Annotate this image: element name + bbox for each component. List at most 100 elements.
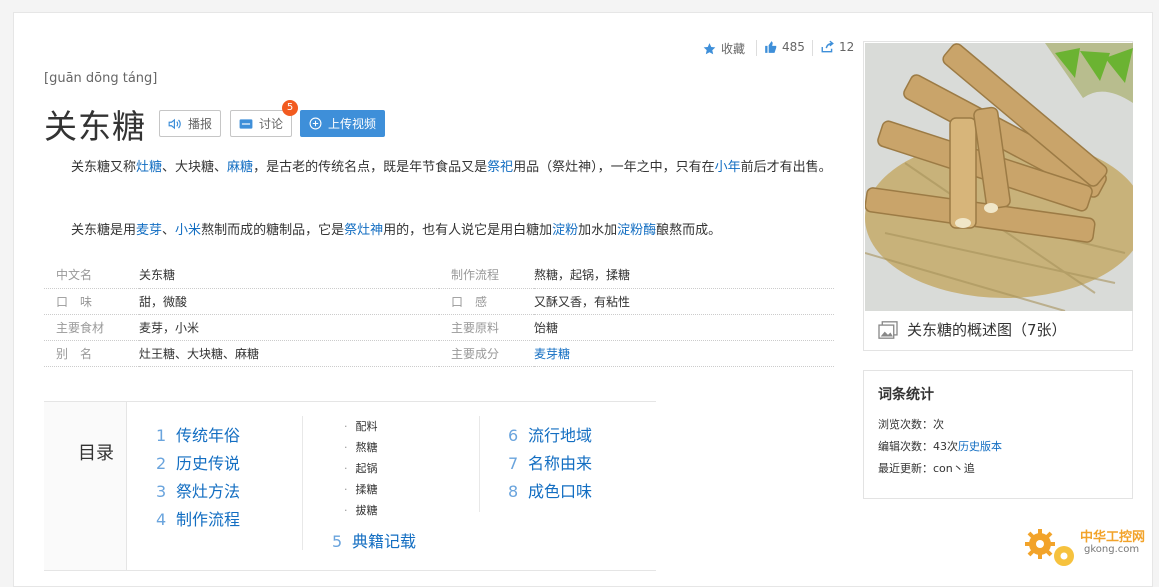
info-value: 饴糖 xyxy=(534,314,834,341)
info-key: 中文名 xyxy=(44,262,139,289)
toc-item-label: 历史传说 xyxy=(176,454,241,473)
discuss-button[interactable]: 讨论 xyxy=(230,110,293,137)
info-row: 口 味甜，微酸口 感又酥又香，有粘性 xyxy=(44,288,834,315)
upload-video-button[interactable]: 上传视频 xyxy=(300,110,386,137)
intro-link[interactable]: 淀粉 xyxy=(552,223,578,238)
toc-item-number: 7 xyxy=(508,454,519,473)
watermark-url: gkong.com xyxy=(1084,544,1140,555)
pinyin: [guān dōng táng] xyxy=(44,71,158,86)
speaker-icon xyxy=(168,118,181,129)
info-value: 关东糖 xyxy=(139,262,439,289)
info-value: 熬糖，起锅，揉糖 xyxy=(534,262,834,289)
stats-title: 词条统计 xyxy=(878,387,934,403)
intro-link[interactable]: 淀粉酶 xyxy=(617,223,656,238)
intro-paragraph-2: 关东糖是用麦芽、小米熬制而成的糖制品，它是祭灶神用的，也有人说它是用白糖加淀粉加… xyxy=(44,219,834,243)
comment-icon xyxy=(239,118,253,129)
toc-item-label: 制作流程 xyxy=(176,510,241,529)
toc-item-label: 传统年俗 xyxy=(176,426,241,445)
album-caption[interactable]: 关东糖的概述图（7张） xyxy=(878,319,1067,340)
table-of-contents: 目录 1 传统年俗 2 历史传说 3 祭灶方法 4 制作流程 6 流行地域 7 名称由来 8 成色口味 5 典… xyxy=(44,401,656,571)
toc-item[interactable]: 7 名称由来 xyxy=(508,450,592,474)
album-card[interactable]: 关东糖的概述图（7张） xyxy=(863,41,1133,351)
intro-text: 、大块糖、 xyxy=(162,160,228,175)
like-button[interactable]: 485 xyxy=(764,40,805,54)
toc-subitem[interactable]: 拔糖 xyxy=(344,502,378,518)
entry-stats-panel: 词条统计 浏览次数：次 编辑次数：43次历史版本 最近更新：con丶追 xyxy=(863,370,1133,499)
toc-item[interactable]: 5 典籍记载 xyxy=(332,528,416,552)
gear-logo-icon xyxy=(1025,529,1074,566)
info-key: 主要成分 xyxy=(439,340,534,367)
toc-item-label: 名称由来 xyxy=(528,454,593,473)
intro-text: 关东糖又称 xyxy=(71,160,137,175)
history-version-link[interactable]: 历史版本 xyxy=(958,440,1002,453)
toc-divider xyxy=(302,416,303,550)
share-button[interactable]: 12 xyxy=(820,40,854,54)
toc-item[interactable]: 4 制作流程 xyxy=(156,506,240,530)
info-key: 制作流程 xyxy=(439,262,534,289)
toc-item-label: 祭灶方法 xyxy=(176,482,241,501)
intro-link[interactable]: 麦芽 xyxy=(136,223,162,238)
basic-info-table: 中文名 关东糖 制作流程 熬糖，起锅，揉糖口 味甜，微酸口 感又酥又香，有粘性 主要食材… xyxy=(44,262,834,367)
toc-item-number: 8 xyxy=(508,482,519,501)
toc-item-number: 3 xyxy=(156,482,167,501)
intro-text: 酿熬而成。 xyxy=(656,223,722,238)
info-key: 主要食材 xyxy=(44,314,139,341)
discuss-label: 讨论 xyxy=(259,117,284,131)
toc-subitem[interactable]: 熬糖 xyxy=(344,439,378,455)
intro-text: 用品（祭灶神），一年之中，只有在 xyxy=(513,160,715,175)
info-value: 甜，微酸 xyxy=(139,288,439,315)
info-value: 又酥又香，有粘性 xyxy=(534,288,834,315)
broadcast-label: 播报 xyxy=(188,117,213,131)
intro-link[interactable]: 灶糖 xyxy=(136,160,162,175)
share-icon xyxy=(821,40,834,53)
toc-sidebar: 目录 xyxy=(44,402,127,570)
star-icon xyxy=(703,42,716,54)
guandong-candy-photo[interactable] xyxy=(865,43,1133,311)
watermark-title: 中华工控网 xyxy=(1080,530,1146,545)
album-caption-text: 关东糖的概述图（7张） xyxy=(907,321,1067,339)
toc-item[interactable]: 2 历史传说 xyxy=(156,450,240,474)
page-title: 关东糖 xyxy=(44,107,146,146)
intro-paragraph-1: 关东糖又称灶糖、大块糖、麻糖，是古老的传统名点，既是年节食品又是祭祀用品（祭灶神… xyxy=(44,156,834,180)
thumbs-up-icon xyxy=(765,41,777,53)
toc-subitem[interactable]: 揉糖 xyxy=(344,481,378,497)
gallery-icon xyxy=(878,320,898,339)
info-value[interactable]: 麦芽糖 xyxy=(534,340,834,367)
broadcast-button[interactable]: 播报 xyxy=(159,110,222,137)
toc-item[interactable]: 8 成色口味 xyxy=(508,478,592,502)
info-value: 灶王糖、大块糖、麻糖 xyxy=(139,340,439,367)
info-row: 中文名 关东糖 制作流程 熬糖，起锅，揉糖 xyxy=(44,262,834,289)
toc-item[interactable]: 6 流行地域 xyxy=(508,422,592,446)
info-key: 口 味 xyxy=(44,288,139,315)
toc-item-number: 5 xyxy=(332,532,343,551)
intro-link[interactable]: 小米 xyxy=(175,223,201,238)
edit-count-text: 编辑次数：43次 xyxy=(878,440,958,453)
intro-link[interactable]: 祭灶神 xyxy=(344,223,383,238)
intro-text: 加水加 xyxy=(578,223,618,238)
intro-link[interactable]: 祭祀 xyxy=(487,160,513,175)
intro-text: 关东糖是用 xyxy=(71,223,137,238)
intro-text: 前后才有出售。 xyxy=(740,160,832,175)
intro-link[interactable]: 麻糖 xyxy=(227,160,253,175)
toc-subitem[interactable]: 起锅 xyxy=(344,460,378,476)
info-row: 主要食材 麦芽，小米 主要原料 饴糖 xyxy=(44,314,834,341)
gkong-watermark: 中华工控网 gkong.com xyxy=(1022,522,1157,577)
toc-item-number: 1 xyxy=(156,426,167,445)
like-count: 485 xyxy=(782,40,805,54)
toc-divider xyxy=(479,416,480,512)
toc-subitem[interactable]: 配料 xyxy=(344,418,378,434)
toc-item-number: 2 xyxy=(156,454,167,473)
toc-item-number: 4 xyxy=(156,510,167,529)
toc-label: 目录 xyxy=(78,443,114,464)
info-key: 主要原料 xyxy=(439,314,534,341)
view-count: 浏览次数：次 xyxy=(878,418,944,431)
toc-item[interactable]: 3 祭灶方法 xyxy=(156,478,240,502)
divider xyxy=(812,40,813,56)
last-update: 最近更新：con丶追 xyxy=(878,462,975,475)
plus-circle-icon xyxy=(309,117,322,130)
favorite-button[interactable]: 收藏 xyxy=(702,40,745,57)
toc-item-number: 6 xyxy=(508,426,519,445)
intro-link[interactable]: 小年 xyxy=(715,160,741,175)
toc-item[interactable]: 1 传统年俗 xyxy=(156,422,240,446)
toc-item-label: 成色口味 xyxy=(528,482,593,501)
